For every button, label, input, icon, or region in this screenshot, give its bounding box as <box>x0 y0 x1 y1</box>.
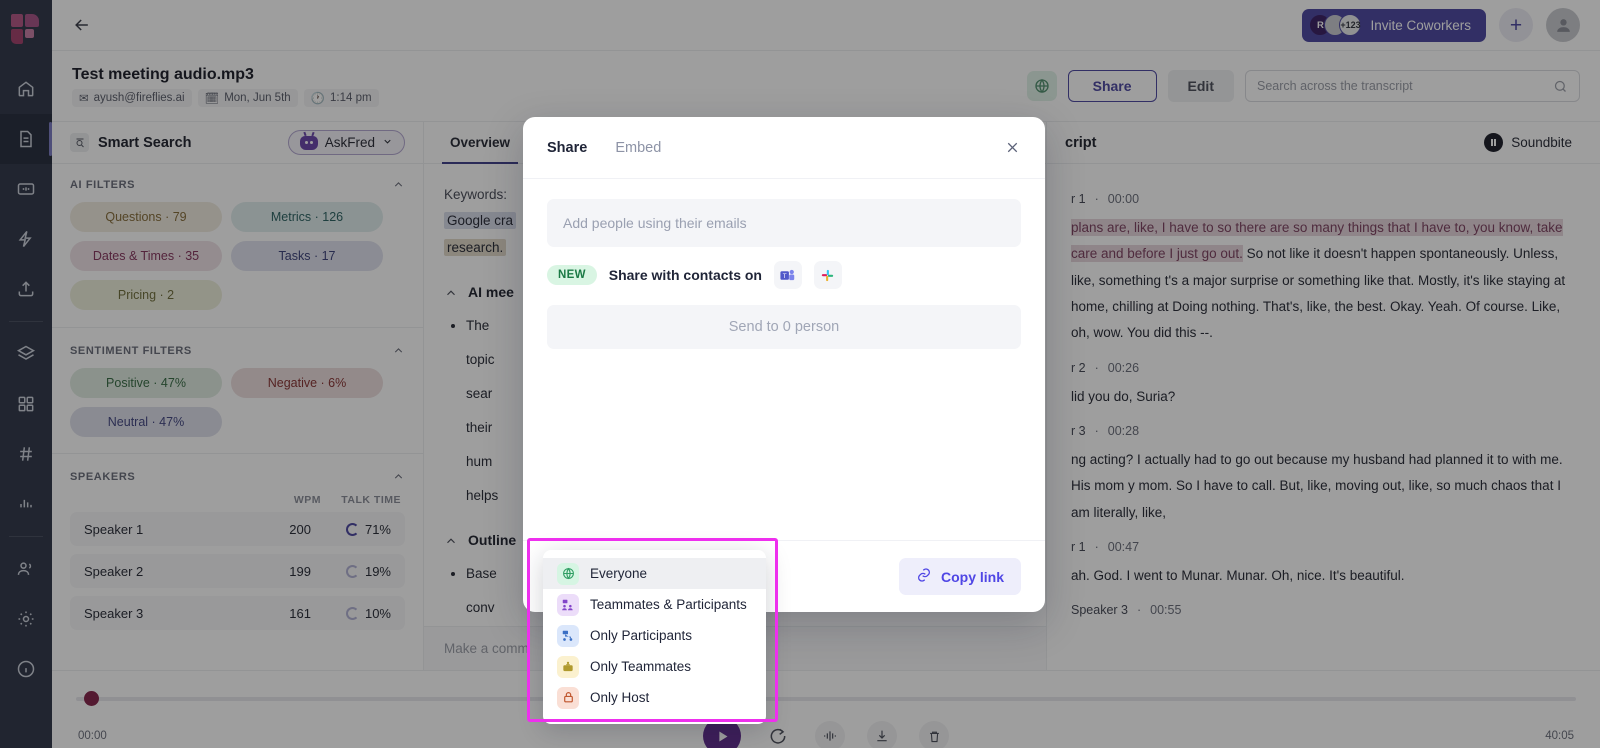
dropdown-item-label: Only Participants <box>590 628 693 643</box>
dropdown-item-label: Everyone <box>590 566 648 581</box>
dropdown-item-teammates-participants[interactable]: Teammates & Participants <box>543 589 766 620</box>
share-modal-layer: Share Embed NEW Share with contacts on T <box>0 0 1600 748</box>
svg-text:T: T <box>783 272 787 279</box>
tab-embed[interactable]: Embed <box>615 140 661 156</box>
visibility-dropdown: Everyone Teammates & Participants Only Par… <box>543 550 766 724</box>
dropdown-item-label: Only Host <box>590 690 650 705</box>
fireflies-app: R +123 Invite Coworkers + Test meeting a… <box>0 0 1600 748</box>
copy-link-label: Copy link <box>940 568 1004 585</box>
close-icon[interactable] <box>1004 139 1021 156</box>
participants-icon <box>557 624 579 647</box>
dropdown-item-only-participants[interactable]: Only Participants <box>543 620 766 651</box>
modal-header: Share Embed <box>523 117 1045 179</box>
dropdown-item-everyone[interactable]: Everyone <box>543 558 766 589</box>
dropdown-item-only-host[interactable]: Only Host <box>543 682 766 713</box>
email-field[interactable] <box>563 215 1005 231</box>
send-button[interactable]: Send to 0 person <box>547 305 1021 349</box>
modal-body: NEW Share with contacts on T Se <box>523 179 1045 349</box>
teammates-icon <box>557 655 579 678</box>
dropdown-item-label: Teammates & Participants <box>590 597 747 612</box>
new-badge: NEW <box>547 265 597 285</box>
globe-icon <box>557 562 579 585</box>
dropdown-item-only-teammates[interactable]: Only Teammates <box>543 651 766 682</box>
teammates-participants-icon <box>557 593 579 616</box>
share-contacts-row: NEW Share with contacts on T <box>547 261 1021 289</box>
share-contacts-label: Share with contacts on <box>608 267 762 283</box>
share-modal: Share Embed NEW Share with contacts on T <box>523 117 1045 612</box>
dropdown-item-label: Only Teammates <box>590 659 692 674</box>
slack-icon[interactable] <box>813 261 842 289</box>
lock-icon <box>557 686 579 709</box>
email-field-wrap[interactable] <box>547 199 1021 247</box>
link-icon <box>916 567 932 586</box>
microsoft-teams-icon[interactable]: T <box>773 261 802 289</box>
tab-share[interactable]: Share <box>547 140 587 156</box>
copy-link-button[interactable]: Copy link <box>898 558 1021 595</box>
